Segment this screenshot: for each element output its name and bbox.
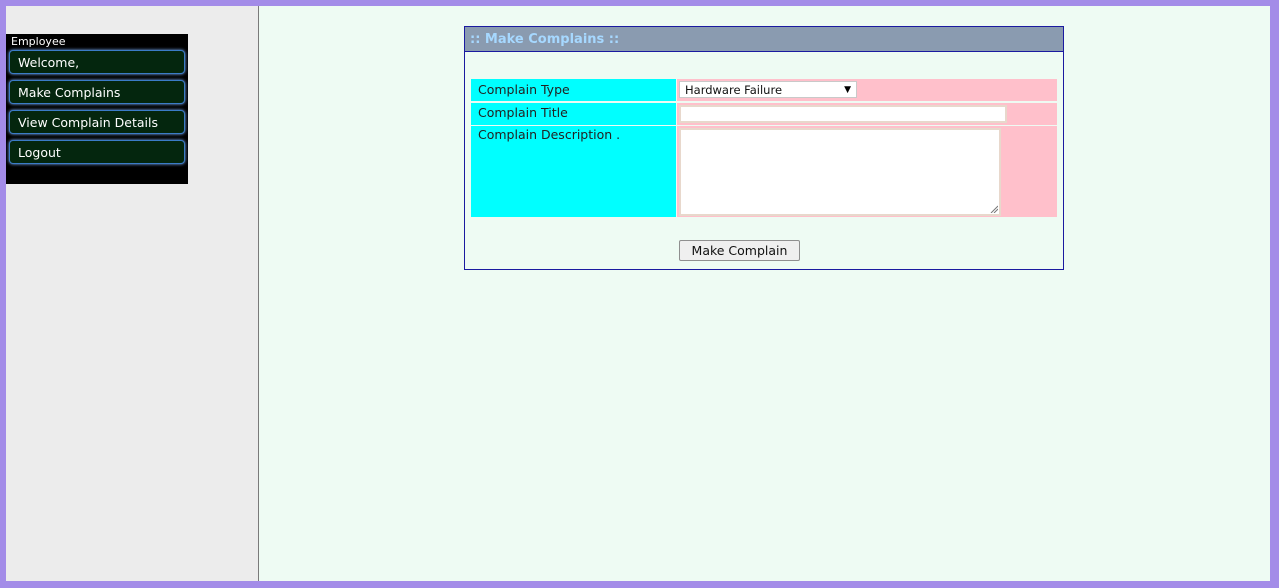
complain-description-label: Complain Description . (471, 126, 676, 217)
make-complains-panel: :: Make Complains :: Complain Type Hardw… (464, 26, 1064, 270)
sidebar: Employee Welcome, Make Complains View Co… (6, 6, 259, 581)
complain-type-select[interactable]: Hardware Failure ▼ (679, 81, 857, 98)
complain-title-cell (677, 103, 1057, 125)
complain-title-input[interactable] (679, 105, 1007, 123)
employee-menu: Employee Welcome, Make Complains View Co… (6, 34, 188, 184)
complain-type-value: Hardware Failure (685, 83, 783, 97)
make-complain-button[interactable]: Make Complain (679, 240, 800, 261)
page-frame: Employee Welcome, Make Complains View Co… (6, 6, 1270, 581)
complain-title-label: Complain Title (471, 103, 676, 125)
menu-title: Employee (11, 35, 66, 48)
complain-type-label: Complain Type (471, 79, 676, 101)
resize-grip-icon[interactable] (990, 205, 998, 213)
menu-item-make-complains[interactable]: Make Complains (9, 80, 185, 104)
complain-description-textarea[interactable] (679, 128, 1001, 216)
complain-description-cell (677, 126, 1057, 217)
menu-item-welcome[interactable]: Welcome, (9, 50, 185, 74)
menu-item-logout[interactable]: Logout (9, 140, 185, 164)
panel-title: :: Make Complains :: (465, 27, 1063, 52)
menu-item-view-complain-details[interactable]: View Complain Details (9, 110, 185, 134)
complain-type-cell: Hardware Failure ▼ (677, 79, 1057, 101)
triangle-down-icon: ▼ (844, 85, 851, 95)
